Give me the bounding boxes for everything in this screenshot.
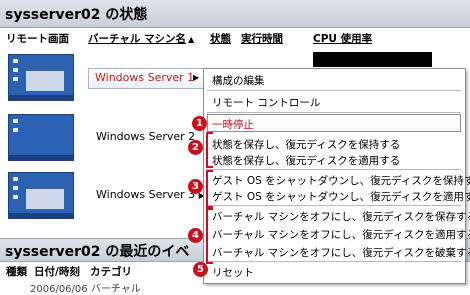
menu-item-off-commit-undo[interactable]: バーチャル マシンをオフにし、復元ディスクを適用する [212,227,470,242]
vm-name-label: Windows Server 3 [96,188,196,201]
column-runtime[interactable]: 実行時間 [241,31,283,46]
annotation-badge-1: 1 [192,116,207,131]
menu-item-save-commit-undo[interactable]: 状態を保存し、復元ディスクを適用する [212,153,400,168]
annotation-bracket-3 [206,170,213,208]
desktop-icon [13,177,18,181]
submenu-arrow-icon: ▶ [193,73,200,82]
annotation-bracket-4 [206,208,213,264]
menu-item-off-discard-undo[interactable]: バーチャル マシンをオフにし、復元ディスクを破棄する [212,245,470,260]
menu-item-pause[interactable]: 一時停止 [212,117,254,132]
menu-separator [207,90,461,91]
desktop-icon [13,186,18,190]
vm-screen-thumbnail[interactable] [8,114,74,161]
annotation-badge-5: 5 [193,262,208,277]
column-vm-name[interactable]: バーチャル マシン名 ▲ [88,31,194,46]
sort-ascending-icon: ▲ [188,35,195,44]
column-category: カテゴリ [90,266,132,278]
annotation-badge-2: 2 [188,140,203,155]
menu-item-reset[interactable]: リセット [212,265,254,280]
annotation-bracket-2 [206,132,213,168]
menu-separator [207,205,461,206]
taskbar [9,213,73,218]
column-state[interactable]: 状態 [210,31,231,46]
taskbar [9,155,73,160]
column-remote-screen: リモート画面 [6,33,69,45]
menu-separator [207,169,461,170]
events-title: sysserver02 の最近のイベ [5,244,190,260]
desktop-window [26,67,64,91]
vm-screen-thumbnail[interactable] [8,54,74,101]
column-cpu[interactable]: CPU 使用率 [313,31,372,46]
column-type: 種類 [6,266,27,278]
menu-item-shutdown-commit-undo[interactable]: ゲスト OS をシャットダウンし、復元ディスクを適用する [212,189,470,204]
desktop-icon [13,128,18,132]
menu-item-shutdown-keep-undo[interactable]: ゲスト OS をシャットダウンし、復元ディスクを保持する [212,173,470,188]
event-row: 2006/06/06 バーチャル [30,284,141,295]
desktop-icon [13,68,18,72]
annotation-badge-3: 3 [188,179,203,194]
menu-item-off-save-undo[interactable]: バーチャル マシンをオフにし、復元ディスクを保存する [212,209,470,224]
desktop-window [26,185,64,209]
vm-name-button-1[interactable]: Windows Server 1 ▶ [88,68,205,89]
vm-screen-thumbnail[interactable] [8,172,74,219]
desktop-icon [13,119,18,123]
page-header: sysserver02 の状態 [0,0,470,28]
menu-separator [207,261,461,262]
desktop-icon [13,77,18,81]
vm-context-menu: 構成の編集 リモート コントロール 一時停止 状態を保存し、復元ディスクを保持す… [203,68,470,284]
menu-item-edit-config[interactable]: 構成の編集 [212,73,265,88]
menu-item-remote-control[interactable]: リモート コントロール [212,95,320,110]
vm-name-link-2[interactable]: Windows Server 2 [96,130,195,143]
menu-separator [207,112,461,113]
cpu-usage-bar [313,52,432,67]
vm-name-label: Windows Server 1 [95,71,195,84]
page-title: sysserver02 の状態 [5,7,148,23]
menu-item-save-keep-undo[interactable]: 状態を保存し、復元ディスクを保持する [212,137,400,152]
desktop-icon [13,195,18,199]
column-vm-name-label: バーチャル マシン名 [88,33,187,45]
taskbar [9,95,73,100]
column-datetime: 日付/時刻 [34,266,80,278]
desktop-icon [13,59,18,63]
annotation-badge-4: 4 [188,228,203,243]
